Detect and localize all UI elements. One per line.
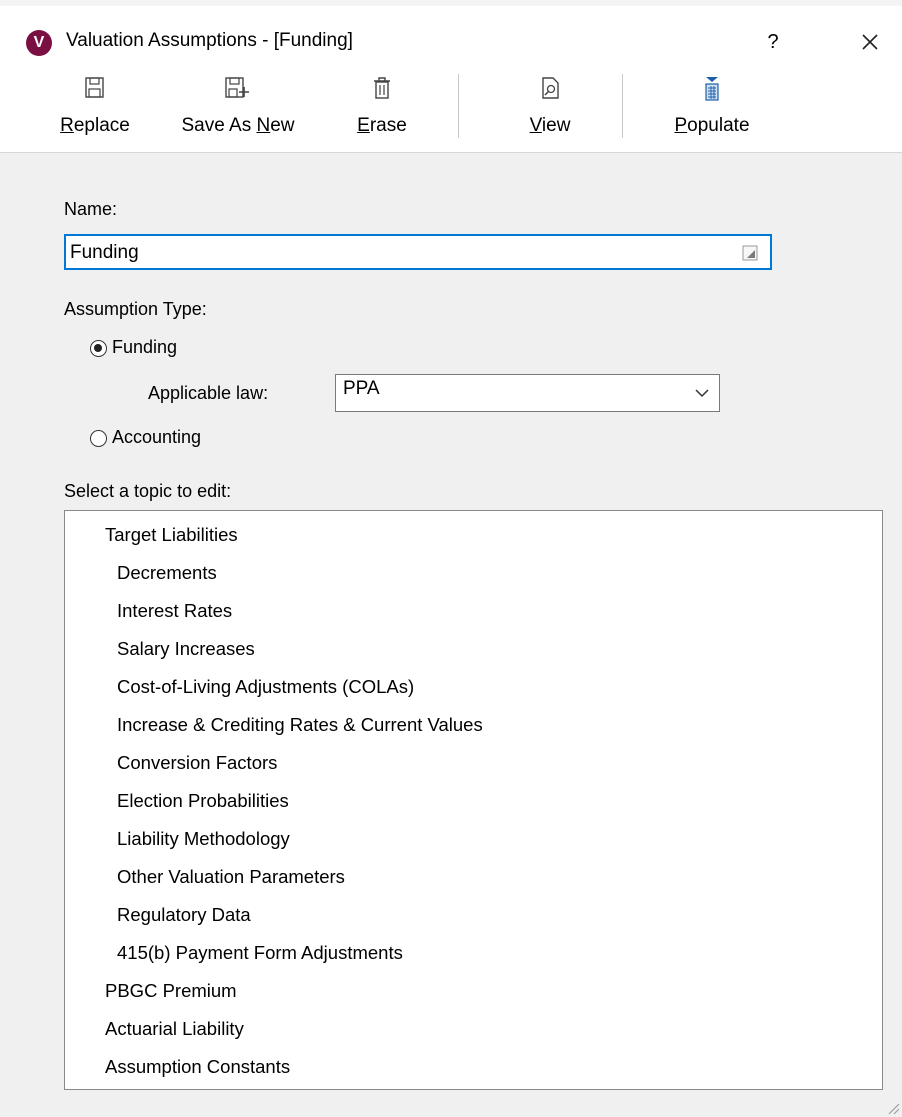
- funding-radio-label[interactable]: Funding: [112, 337, 177, 358]
- view-label: View: [529, 115, 571, 136]
- topic-list[interactable]: Target Liabilities Decrements Interest Rat…: [64, 510, 883, 1090]
- erase-label: Erase: [357, 115, 407, 136]
- topic-list-item[interactable]: Decrements: [117, 557, 217, 589]
- save-as-new-button[interactable]: Save As New: [166, 68, 310, 148]
- topic-list-item[interactable]: 415(b) Payment Form Adjustments: [117, 937, 403, 969]
- toolbar-separator: [622, 74, 623, 138]
- replace-button[interactable]: Replace: [48, 68, 142, 148]
- topic-list-item[interactable]: Election Probabilities: [117, 785, 289, 817]
- funding-radio[interactable]: [90, 340, 107, 357]
- resize-grip-icon[interactable]: [884, 1099, 900, 1115]
- topic-list-item[interactable]: Interest Rates: [117, 595, 232, 627]
- applicable-law-select[interactable]: PPA: [335, 374, 720, 412]
- name-label: Name:: [64, 199, 118, 219]
- close-icon: [862, 34, 878, 50]
- chevron-down-icon: [695, 389, 709, 398]
- close-button[interactable]: [848, 24, 892, 60]
- accounting-radio[interactable]: [90, 430, 107, 447]
- radio-selected-dot: [94, 344, 102, 352]
- topic-list-item[interactable]: PBGC Premium: [105, 975, 237, 1007]
- title-bar[interactable]: V Valuation Assumptions - [Funding] ?: [0, 6, 902, 68]
- name-input[interactable]: Funding: [64, 234, 772, 270]
- trash-icon: [374, 77, 390, 99]
- populate-button[interactable]: Populate: [656, 68, 768, 148]
- populate-icon: [705, 77, 719, 101]
- assumption-type-label: Assumption Type:: [64, 299, 207, 319]
- topic-list-item[interactable]: Increase & Crediting Rates & Current Val…: [117, 709, 483, 741]
- save-as-new-label: Save As New: [181, 115, 295, 136]
- topic-list-item[interactable]: Regulatory Data: [117, 899, 251, 931]
- save-icon: [85, 77, 104, 98]
- topic-list-item[interactable]: Liability Methodology: [117, 823, 290, 855]
- view-button[interactable]: View: [508, 68, 592, 148]
- app-logo-icon: V: [26, 30, 52, 56]
- window-title: Valuation Assumptions - [Funding]: [66, 30, 353, 51]
- view-document-icon: [542, 77, 559, 99]
- populate-label: Populate: [674, 115, 750, 136]
- applicable-law-value: PPA: [343, 378, 380, 399]
- applicable-law-label: Applicable law:: [148, 383, 269, 403]
- resize-corner-icon[interactable]: [742, 245, 758, 261]
- topic-list-item[interactable]: Conversion Factors: [117, 747, 277, 779]
- topic-list-item[interactable]: Target Liabilities: [105, 519, 238, 551]
- topic-list-item[interactable]: Assumption Constants: [105, 1051, 290, 1083]
- topic-list-item[interactable]: Salary Increases: [117, 633, 255, 665]
- save-as-new-icon: [225, 77, 249, 98]
- topic-list-label: Select a topic to edit:: [64, 481, 232, 501]
- toolbar: Replace Save As New Erase View Populate: [0, 68, 902, 153]
- topic-list-item[interactable]: Other Valuation Parameters: [117, 861, 345, 893]
- topic-list-item[interactable]: Actuarial Liability: [105, 1013, 244, 1045]
- replace-label: Replace: [60, 115, 130, 136]
- toolbar-separator: [458, 74, 459, 138]
- help-button[interactable]: ?: [756, 24, 790, 60]
- erase-button[interactable]: Erase: [340, 68, 424, 148]
- topic-list-item[interactable]: Cost-of-Living Adjustments (COLAs): [117, 671, 414, 703]
- accounting-radio-label[interactable]: Accounting: [112, 427, 201, 448]
- name-value: Funding: [70, 242, 139, 263]
